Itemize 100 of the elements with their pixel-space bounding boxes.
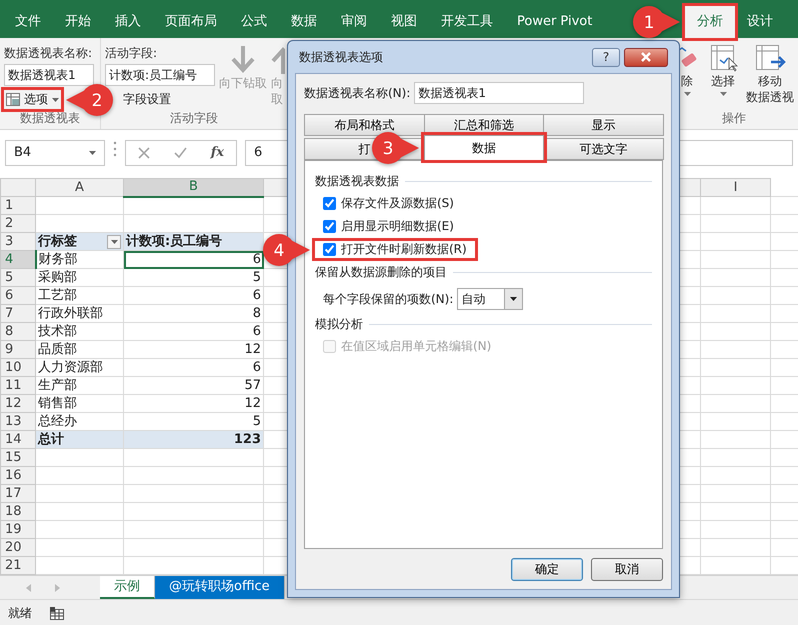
close-button[interactable] (624, 48, 668, 66)
ribbon-tab[interactable]: 开发工具 (429, 6, 505, 38)
pivot-name-field[interactable]: 数据透视表1 (4, 64, 94, 86)
ribbon-tab[interactable]: Power Pivot (505, 6, 604, 38)
table-cell: 采购部 (36, 268, 124, 286)
cancel-icon[interactable] (138, 147, 150, 159)
dialog-tab[interactable]: 数据 (424, 135, 544, 160)
table-cell: 12 (124, 394, 264, 412)
table-cell: 财务部 (36, 250, 124, 268)
table-cell: 6 (124, 286, 264, 304)
caret-icon (720, 92, 726, 96)
table-cell: 6 (124, 250, 264, 268)
row-header[interactable]: 9 (0, 340, 36, 358)
table-cell: 人力资源部 (36, 358, 124, 376)
cancel-button[interactable]: 取消 (591, 558, 663, 581)
table-cell: 57 (124, 376, 264, 394)
table-cell: 123 (124, 430, 264, 448)
help-button[interactable]: ? (592, 48, 620, 66)
clear-button[interactable]: 除 (674, 42, 700, 106)
ok-button[interactable]: 确定 (511, 558, 583, 581)
sheet-tab[interactable]: 示例 (100, 576, 155, 599)
ribbon-tab[interactable]: 视图 (379, 6, 429, 38)
ribbon-tab[interactable]: 数据 (279, 6, 329, 38)
row-header[interactable]: 14 (0, 430, 36, 448)
name-box[interactable]: B4 (5, 140, 105, 166)
ribbon-tab[interactable]: 开始 (53, 6, 103, 38)
checkbox-label: 启用显示明细数据(E) (341, 219, 454, 234)
row-labels-text: 行标签 (38, 234, 77, 250)
row-header[interactable]: 15 (0, 448, 36, 466)
down-arrow-icon (231, 46, 255, 74)
ribbon-tab[interactable]: 审阅 (329, 6, 379, 38)
dialog-tab[interactable]: 显示 (543, 114, 664, 136)
table-cell: 总计 (36, 430, 124, 448)
group-label: 活动字段 (170, 111, 218, 126)
ribbon-tab[interactable]: 页面布局 (153, 6, 229, 38)
row-header[interactable]: 17 (0, 484, 36, 502)
group-label: 操作 (722, 111, 746, 126)
field-label: 数据透视表名称: (4, 46, 94, 61)
column-header[interactable]: A (36, 178, 124, 196)
table-cell: 5 (124, 268, 264, 286)
caret-icon (110, 240, 118, 244)
checkbox-label: 在值区域启用单元格编辑(N) (341, 339, 492, 354)
ribbon-tab[interactable]: 文件 (3, 6, 53, 38)
filter-button[interactable] (107, 234, 121, 248)
select-icon (708, 42, 738, 72)
insert-function-button[interactable]: fx (210, 144, 224, 162)
dialog-tab[interactable]: 布局和格式 (304, 114, 425, 136)
row-header[interactable]: 5 (0, 268, 36, 286)
caret-icon (510, 297, 518, 301)
checkbox[interactable] (323, 220, 336, 233)
options-icon (6, 93, 20, 106)
enter-icon[interactable] (174, 147, 187, 159)
checkbox[interactable] (323, 197, 336, 210)
options-button[interactable]: 选项 (4, 90, 61, 109)
caret-icon (89, 151, 96, 155)
row-header[interactable]: 11 (0, 376, 36, 394)
active-field-field[interactable]: 计数项:员工编号 (105, 64, 215, 86)
dropdown[interactable]: 自动 (457, 288, 524, 310)
ribbon-tab[interactable]: 设计 (735, 6, 785, 38)
sheet-tab[interactable]: @玩转职场office (155, 576, 285, 599)
table-cell: 品质部 (36, 340, 124, 358)
table-cell: 销售部 (36, 394, 124, 412)
move-button[interactable]: 移动 数据透视 (746, 42, 794, 106)
ribbon-tab[interactable]: 插入 (103, 6, 153, 38)
row-header[interactable]: 4 (0, 250, 36, 268)
row-header[interactable]: 16 (0, 466, 36, 484)
pivot-name-field[interactable]: 数据透视表1 (414, 82, 584, 104)
row-header[interactable]: 6 (0, 286, 36, 304)
section-heading: 保留从数据源删除的项目 (315, 265, 447, 280)
table-cell: 6 (124, 358, 264, 376)
ribbon-tab[interactable]: 公式 (229, 6, 279, 38)
row-header[interactable]: 21 (0, 556, 36, 574)
row-header[interactable]: 20 (0, 538, 36, 556)
row-header[interactable]: 8 (0, 322, 36, 340)
row-header[interactable]: 2 (0, 214, 36, 232)
ribbon-tab[interactable]: 分析 (685, 6, 735, 38)
section-heading: 数据透视表数据 (315, 174, 399, 189)
row-header[interactable]: 12 (0, 394, 36, 412)
section-heading: 模拟分析 (315, 317, 363, 332)
checkbox-label: 保存文件及源数据(S) (341, 196, 454, 211)
move-icon (753, 42, 787, 72)
macro-icon[interactable] (50, 606, 64, 620)
checkbox[interactable] (323, 243, 336, 256)
column-header[interactable]: I (700, 178, 770, 196)
field-label: 活动字段: (105, 46, 158, 61)
field-settings-button[interactable]: 字段设置 (123, 90, 171, 109)
table-cell: 6 (124, 322, 264, 340)
row-header[interactable]: 3 (0, 232, 36, 250)
row-header[interactable]: 19 (0, 520, 36, 538)
column-header[interactable]: B (124, 178, 264, 196)
row-header[interactable]: 10 (0, 358, 36, 376)
row-header[interactable]: 18 (0, 502, 36, 520)
row-header[interactable]: 13 (0, 412, 36, 430)
row-header[interactable]: 7 (0, 304, 36, 322)
table-cell: 行政外联部 (36, 304, 124, 322)
field-label: 每个字段保留的项数(N): (323, 292, 454, 306)
select-button[interactable]: 选择 (708, 42, 738, 106)
caret-icon (52, 98, 59, 102)
field-label: 数据透视表名称(N): (304, 86, 410, 100)
row-header[interactable]: 1 (0, 196, 36, 214)
